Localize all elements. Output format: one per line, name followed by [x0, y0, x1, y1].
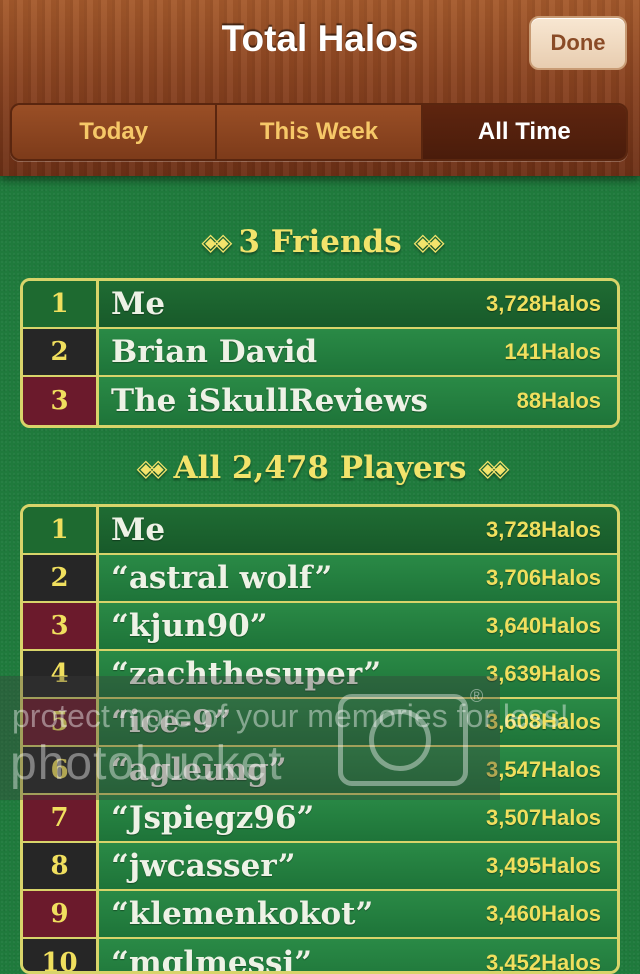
player-score: 3,460Halos: [486, 901, 601, 926]
registered-mark: ®: [470, 686, 484, 706]
leaderboard-row[interactable]: 2 Brian David 141Halos: [23, 329, 617, 377]
player-name: Brian David: [111, 334, 318, 370]
watermark-brand: photobucket: [10, 737, 283, 790]
ornament-right-icon: ◈◈: [413, 228, 445, 256]
player-name: Me: [111, 286, 166, 322]
player-cell: “mglmessi” 3,452Halos: [99, 939, 617, 974]
player-name: “klemenkokot”: [111, 896, 374, 932]
player-cell: “klemenkokot” 3,460Halos: [99, 891, 617, 937]
leaderboard-row[interactable]: 3 “kjun90” 3,640Halos: [23, 603, 617, 651]
player-score: 3,547Halos: [486, 757, 601, 782]
ornament-right-icon: ◈◈: [478, 454, 509, 482]
rank-number: 2: [23, 329, 99, 375]
leaderboard-row[interactable]: 7 “Jspiegz96” 3,507Halos: [23, 795, 617, 843]
rank-number: 7: [23, 795, 99, 841]
player-score: 3,728Halos: [486, 291, 601, 316]
player-cell: Me 3,728Halos: [99, 281, 617, 327]
leaderboard-row[interactable]: 1 Me 3,728Halos: [23, 281, 617, 329]
rank-number: 3: [23, 377, 99, 425]
player-name: “kjun90”: [111, 608, 268, 644]
player-name: Me: [111, 512, 166, 548]
player-name: “Jspiegz96”: [111, 800, 315, 836]
ornament-left-icon: ◈◈: [136, 454, 168, 482]
friends-leaderboard: 1 Me 3,728Halos 2 Brian David 141Halos 3 The iS…: [20, 278, 620, 428]
leaderboard-row[interactable]: 1 Me 3,728Halos: [23, 507, 617, 555]
player-score: 3,728Halos: [486, 517, 601, 542]
all-players-title-text: All 2,478 Players: [173, 450, 467, 486]
player-name: The iSkullReviews: [111, 383, 428, 419]
player-cell: “astral wolf” 3,706Halos: [99, 555, 617, 601]
watermark-tagline: protect more of your memories for less!: [12, 698, 569, 734]
rank-number: 1: [23, 281, 99, 327]
rank-number: 8: [23, 843, 99, 889]
done-button[interactable]: Done: [529, 16, 627, 70]
player-score: 3,640Halos: [486, 613, 601, 638]
all-players-section-title: ◈◈ All 2,478 Players ◈◈: [0, 450, 640, 486]
player-score: 3,507Halos: [486, 805, 601, 830]
leaderboard-row[interactable]: 3 The iSkullReviews 88Halos: [23, 377, 617, 425]
player-name: “jwcasser”: [111, 848, 296, 884]
player-score: 3,452Halos: [486, 950, 601, 974]
player-cell: “jwcasser” 3,495Halos: [99, 843, 617, 889]
rank-number: 1: [23, 507, 99, 553]
tab-today[interactable]: Today: [12, 105, 218, 159]
player-score: 3,706Halos: [486, 565, 601, 590]
player-cell: Me 3,728Halos: [99, 507, 617, 553]
player-cell: “kjun90” 3,640Halos: [99, 603, 617, 649]
player-score: 141Halos: [504, 339, 601, 364]
leaderboard-row[interactable]: 2 “astral wolf” 3,706Halos: [23, 555, 617, 603]
ornament-left-icon: ◈◈: [201, 228, 232, 256]
player-name: “astral wolf”: [111, 560, 333, 596]
player-score: 88Halos: [516, 388, 601, 413]
rank-number: 3: [23, 603, 99, 649]
player-cell: The iSkullReviews 88Halos: [99, 377, 617, 425]
player-cell: Brian David 141Halos: [99, 329, 617, 375]
time-range-segmented-control: Today This Week All Time: [10, 103, 628, 161]
friends-section-title: ◈◈ 3 Friends ◈◈: [0, 224, 640, 260]
tab-all-time[interactable]: All Time: [422, 105, 626, 159]
rank-number: 9: [23, 891, 99, 937]
rank-number: 10: [23, 939, 99, 971]
friends-title-text: 3 Friends: [238, 224, 402, 260]
tab-this-week[interactable]: This Week: [217, 105, 423, 159]
player-score: 3,495Halos: [486, 853, 601, 878]
leaderboard-row[interactable]: 8 “jwcasser” 3,495Halos: [23, 843, 617, 891]
leaderboard-row[interactable]: 9 “klemenkokot” 3,460Halos: [23, 891, 617, 939]
rank-number: 2: [23, 555, 99, 601]
header-bar: Total Halos Done Today This Week All Tim…: [0, 0, 640, 176]
player-score: 3,639Halos: [486, 661, 601, 686]
leaderboard-row[interactable]: 10 “mglmessi” 3,452Halos: [23, 939, 617, 974]
player-cell: “Jspiegz96” 3,507Halos: [99, 795, 617, 841]
camera-icon: [338, 694, 468, 786]
